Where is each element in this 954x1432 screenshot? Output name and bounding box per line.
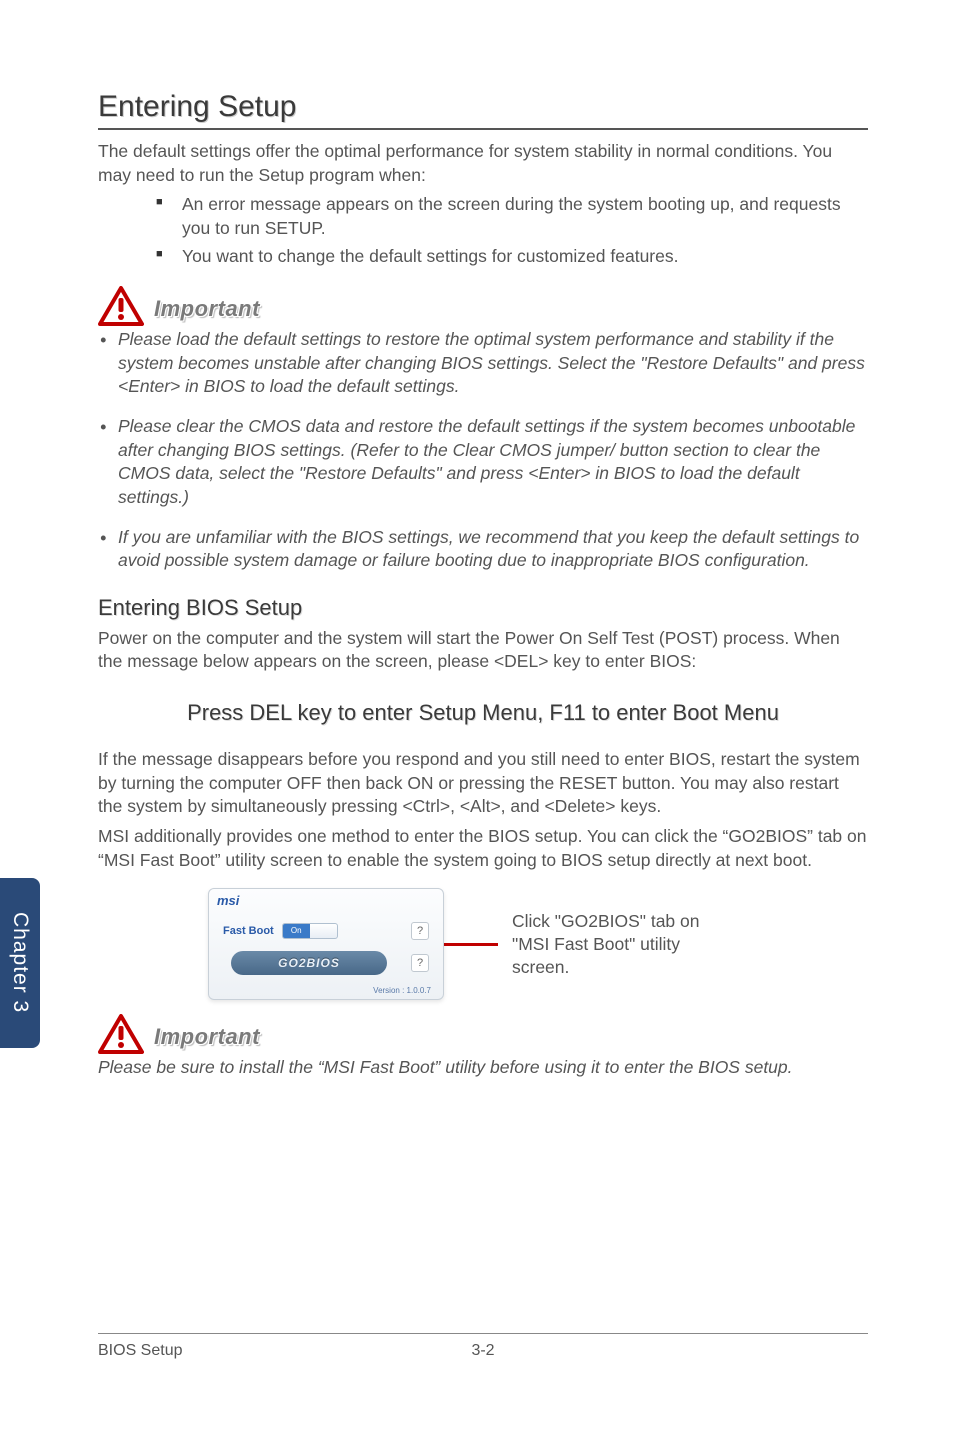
intro-paragraph: The default settings offer the optimal p…	[98, 140, 868, 187]
fastboot-label: Fast Boot	[223, 925, 274, 937]
chapter-side-tab: Chapter 3	[0, 878, 40, 1048]
fastboot-figure-row: msi Fast Boot On ? GO2BIOS ? Version : 1…	[208, 888, 868, 1000]
important-bullet-item: Please clear the CMOS data and restore t…	[98, 415, 868, 510]
fastboot-utility-screenshot: msi Fast Boot On ? GO2BIOS ? Version : 1…	[208, 888, 444, 1000]
intro-bullet-list: An error message appears on the screen d…	[156, 193, 868, 268]
important-callout-2: Important Please be sure to install the …	[98, 1014, 868, 1080]
heading-entering-setup: Entering Setup	[98, 90, 868, 130]
after-message-paragraph-1: If the message disappears before you res…	[98, 748, 868, 819]
warning-triangle-icon	[98, 286, 144, 326]
important-callout: Important Please load the default settin…	[98, 286, 868, 573]
figure-caption: Click "GO2BIOS" tab on "MSI Fast Boot" u…	[512, 910, 732, 978]
after-message-paragraph-2: MSI additionally provides one method to …	[98, 825, 868, 872]
press-del-message: Press DEL key to enter Setup Menu, F11 t…	[98, 700, 868, 726]
heading-entering-bios-setup: Entering BIOS Setup	[98, 595, 868, 621]
version-label: Version : 1.0.0.7	[373, 986, 431, 995]
important-label: Important	[154, 1024, 260, 1050]
intro-bullet-item: An error message appears on the screen d…	[156, 193, 868, 240]
post-paragraph: Power on the computer and the system wil…	[98, 627, 868, 674]
important-bullet-item: If you are unfamiliar with the BIOS sett…	[98, 526, 868, 573]
msi-brand-logo: msi	[217, 893, 239, 908]
help-button-2[interactable]: ?	[411, 954, 429, 972]
important-label: Important	[154, 296, 260, 322]
help-button[interactable]: ?	[411, 922, 429, 940]
important-2-text: Please be sure to install the “MSI Fast …	[98, 1056, 868, 1080]
important-bullet-list: Please load the default settings to rest…	[98, 328, 868, 573]
fastboot-toggle[interactable]: On	[282, 923, 338, 939]
intro-bullet-item: You want to change the default settings …	[156, 245, 868, 269]
footer-page-number: 3-2	[471, 1342, 494, 1360]
important-bullet-item: Please load the default settings to rest…	[98, 328, 868, 399]
go2bios-button[interactable]: GO2BIOS	[231, 951, 387, 975]
warning-triangle-icon	[98, 1014, 144, 1054]
toggle-on-label: On	[283, 924, 310, 938]
page-footer: BIOS Setup 3-2	[98, 1333, 868, 1360]
